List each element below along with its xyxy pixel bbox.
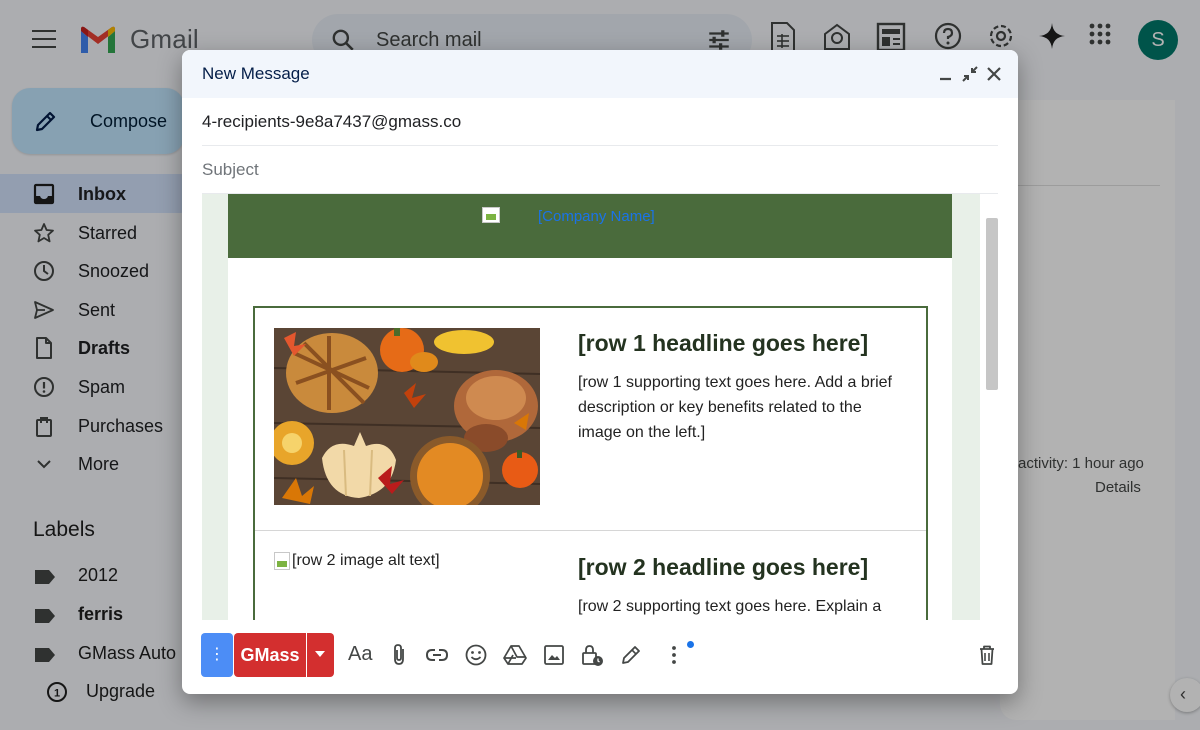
subject-input[interactable]: Subject	[202, 160, 259, 180]
minimize-icon[interactable]	[936, 64, 956, 84]
insert-link-icon[interactable]	[425, 643, 449, 667]
compose-toolbar: ⋮ GMass Aa	[182, 630, 1018, 686]
more-options-icon[interactable]	[662, 643, 686, 667]
row2-image-alt-text: [row 2 image alt text]	[292, 552, 440, 569]
discard-draft-icon[interactable]	[975, 643, 999, 667]
row1-headline: [row 1 headline goes here]	[578, 330, 869, 356]
recipient-address[interactable]: 4-recipients-9e8a7437@gmass.co	[202, 112, 461, 132]
row-divider	[255, 530, 926, 531]
row1-image	[274, 328, 540, 505]
row1-text: [row 1 supporting text goes here. Add a …	[578, 374, 892, 441]
gmass-send-button[interactable]: GMass	[234, 633, 306, 677]
compose-header[interactable]: New Message	[182, 50, 1018, 98]
emoji-icon[interactable]	[464, 643, 488, 667]
company-name-link[interactable]: [Company Name]	[538, 208, 655, 225]
body-scrollbar[interactable]	[986, 218, 998, 390]
content-table: [row 1 headline goes here] [row 1 suppor…	[253, 306, 928, 620]
confidential-mode-icon[interactable]	[580, 643, 604, 667]
broken-image-icon	[274, 552, 290, 570]
subject-field[interactable]: Subject	[202, 146, 998, 194]
google-drive-icon[interactable]	[503, 643, 527, 667]
compose-dialog: New Message 4-recipients-9e8a7437@gmass.…	[182, 50, 1018, 694]
notification-dot	[687, 641, 694, 648]
attach-file-icon[interactable]	[387, 643, 411, 667]
broken-image-icon	[482, 207, 500, 223]
row2-text: [row 2 supporting text goes here. Explai…	[578, 598, 882, 615]
recipients-field[interactable]: 4-recipients-9e8a7437@gmass.co	[202, 98, 998, 146]
close-icon[interactable]	[984, 64, 1004, 84]
exit-fullscreen-icon[interactable]	[960, 64, 980, 84]
gmass-settings-button[interactable]: ⋮	[201, 633, 233, 677]
header-banner: [Company Name]	[228, 194, 952, 258]
formatting-options-button[interactable]: Aa	[348, 643, 372, 666]
compose-title: New Message	[202, 64, 310, 83]
gmass-dropdown-button[interactable]	[307, 633, 334, 677]
insert-photo-icon[interactable]	[542, 643, 566, 667]
row2-headline: [row 2 headline goes here]	[578, 554, 869, 580]
email-template: [Company Name] [row 1 headline goes here…	[228, 194, 952, 620]
row2-image: [row 2 image alt text]	[274, 552, 440, 570]
signature-pen-icon[interactable]	[619, 643, 643, 667]
message-body[interactable]: [Company Name] [row 1 headline goes here…	[202, 194, 980, 620]
